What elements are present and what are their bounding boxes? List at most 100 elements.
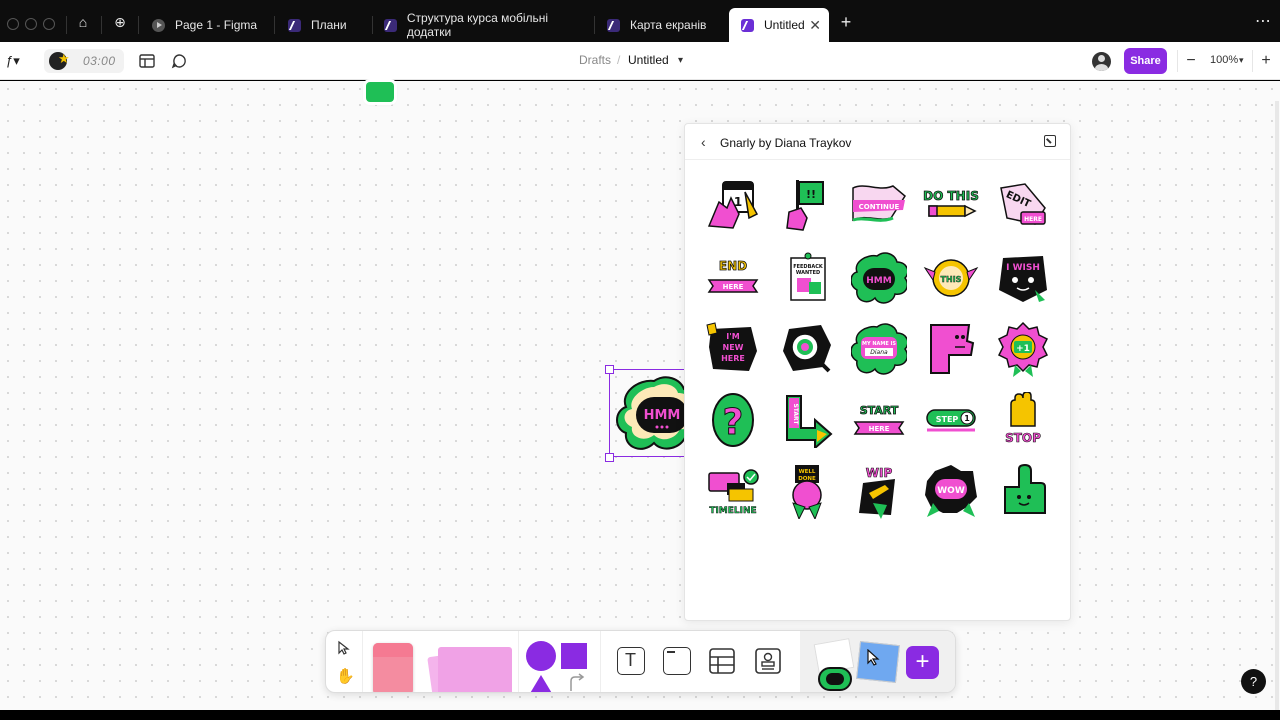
zoom-in-button[interactable]: +	[1256, 51, 1276, 71]
toolbar-divider	[362, 631, 363, 692]
tab-screen-map[interactable]: Карта екранів	[595, 8, 728, 42]
svg-text:START: START	[792, 403, 799, 425]
play-icon	[152, 18, 165, 32]
section-tool[interactable]	[438, 647, 512, 692]
sticker-edit-here[interactable]: EDIT HERE	[995, 178, 1051, 234]
cursor-select-icon[interactable]	[336, 640, 352, 656]
more-menu-icon[interactable]: ⋯	[1255, 14, 1271, 30]
toolbar-divider	[1177, 50, 1178, 72]
zoom-chevron-down-icon[interactable]: ▾	[1239, 55, 1244, 66]
tab-untitled[interactable]: Untitled ✕	[729, 8, 829, 42]
sticker-eye-magnifier[interactable]	[779, 321, 835, 377]
window-maximize-dot[interactable]	[43, 18, 55, 30]
sticker-hmm-cloud[interactable]: HMM	[851, 250, 907, 306]
sticker-continue-flag[interactable]: CONTINUE	[851, 178, 907, 234]
tab-label: Page 1 - Figma	[175, 18, 258, 32]
window-close-dot[interactable]	[7, 18, 19, 30]
sticker-do-this[interactable]: DO THIS	[923, 178, 979, 234]
sticky-note-tool[interactable]	[373, 643, 413, 692]
svg-text:WIP: WIP	[866, 466, 893, 480]
sticker-start-here-banner[interactable]: START HERE	[851, 392, 907, 448]
layout-panel-icon[interactable]	[139, 53, 155, 69]
svg-text:HERE: HERE	[721, 354, 745, 363]
svg-text:DO THIS: DO THIS	[923, 189, 979, 203]
sticker-my-name-is[interactable]: MY NAME IS Diana	[851, 321, 907, 377]
file-name[interactable]: Untitled	[628, 53, 669, 67]
svg-text:WELL: WELL	[799, 469, 816, 475]
breadcrumb-drafts[interactable]: Drafts	[579, 53, 611, 67]
sticker-step-one[interactable]: STEP 1	[923, 392, 979, 448]
svg-text:CONTINUE: CONTINUE	[859, 203, 900, 211]
hand-tool-icon[interactable]: ✋	[336, 667, 355, 685]
resize-handle-bottom-left[interactable]	[605, 453, 614, 462]
svg-text:START: START	[860, 404, 899, 417]
mouse-cursor-icon	[867, 649, 880, 666]
zoom-level[interactable]: 100%	[1210, 54, 1238, 66]
tab-separator	[101, 16, 102, 34]
svg-text:+1: +1	[1016, 344, 1030, 354]
svg-text:WANTED: WANTED	[796, 270, 820, 276]
toolbar-divider	[518, 631, 519, 692]
sticker-calendar-hand[interactable]: 1	[705, 178, 761, 234]
more-resources-plus-button[interactable]: +	[906, 646, 939, 679]
figjam-icon	[384, 18, 397, 32]
globe-icon[interactable]: ⊕	[112, 14, 128, 30]
sticker-timeline[interactable]: TIMELINE	[705, 463, 761, 519]
sticker-feedback-wanted[interactable]: FEEDBACK WANTED	[779, 250, 835, 306]
figjam-icon	[607, 18, 620, 32]
sticker-i-wish[interactable]: I WISH	[995, 250, 1051, 306]
svg-text:I WISH: I WISH	[1006, 263, 1040, 273]
green-sticker-on-canvas[interactable]	[366, 82, 394, 102]
table-tool[interactable]	[709, 648, 735, 674]
toolbar-divider	[600, 631, 601, 692]
text-tool[interactable]: T	[617, 647, 645, 675]
triangle-shape-tool[interactable]	[529, 675, 553, 692]
back-chevron-icon[interactable]: ‹	[701, 134, 706, 150]
sticker-im-new-here[interactable]: I'M NEW HERE	[705, 321, 761, 377]
circle-shape-tool[interactable]	[526, 641, 556, 671]
chevron-down-icon[interactable]: ▾	[678, 55, 683, 66]
sticker-well-done[interactable]: WELL DONE	[779, 463, 835, 519]
svg-text:NEW: NEW	[723, 343, 744, 352]
sticker-question-mark[interactable]: ?	[705, 392, 761, 448]
popout-icon[interactable]	[1044, 135, 1056, 147]
hmm-sticker-thumbnail-icon[interactable]	[818, 667, 852, 691]
browser-tab-bar: ⌂ ⊕ Page 1 - Figma Плани Структура курса…	[0, 0, 1280, 42]
tab-close-icon[interactable]: ✕	[809, 17, 821, 34]
sticker-end-here[interactable]: END HERE	[705, 250, 761, 306]
user-avatar[interactable]	[1092, 52, 1111, 71]
sticker-pink-flag-face[interactable]	[923, 321, 979, 377]
vertical-scrollbar[interactable]	[1275, 101, 1279, 711]
share-button[interactable]: Share	[1124, 48, 1167, 74]
tab-page-1-figma[interactable]: Page 1 - Figma	[140, 8, 274, 42]
figma-menu-icon[interactable]: ƒ▾	[6, 53, 20, 69]
square-shape-tool[interactable]	[561, 643, 587, 669]
home-icon[interactable]: ⌂	[75, 14, 91, 30]
comment-icon[interactable]	[171, 53, 187, 69]
stamp-tool[interactable]	[755, 648, 781, 674]
tab-separator	[138, 16, 139, 34]
sticker-this-sun[interactable]: THIS	[923, 250, 979, 306]
connector-arrow-icon[interactable]	[568, 673, 586, 693]
sticker-thumbs-up[interactable]	[995, 463, 1051, 519]
sticker-start-arrow[interactable]: START	[779, 392, 835, 448]
svg-text:TIMELINE: TIMELINE	[709, 506, 756, 516]
sticker-plus-one-badge[interactable]: +1	[995, 321, 1051, 377]
toolbar-divider	[1252, 50, 1253, 72]
timer-value: 03:00	[83, 54, 116, 68]
tab-plany[interactable]: Плани	[276, 8, 372, 42]
new-tab-plus-icon[interactable]: +	[838, 13, 854, 31]
help-button[interactable]: ?	[1241, 669, 1266, 694]
frame-tool[interactable]	[663, 647, 691, 675]
sticker-wow[interactable]: WOW	[923, 463, 979, 519]
svg-text:HERE: HERE	[869, 425, 890, 433]
timer-widget[interactable]: 03:00	[44, 49, 124, 73]
window-minimize-dot[interactable]	[25, 18, 37, 30]
sticker-hand-flag[interactable]: !!	[779, 178, 835, 234]
zoom-out-button[interactable]: −	[1181, 51, 1201, 71]
sticker-wip[interactable]: WIP	[851, 463, 907, 519]
sticker-stop-hand[interactable]: STOP	[995, 392, 1051, 448]
figjam-icon	[288, 18, 301, 32]
tab-course-structure[interactable]: Структура курса мобільні додатки	[372, 8, 594, 42]
resize-handle-top-left[interactable]	[605, 365, 614, 374]
